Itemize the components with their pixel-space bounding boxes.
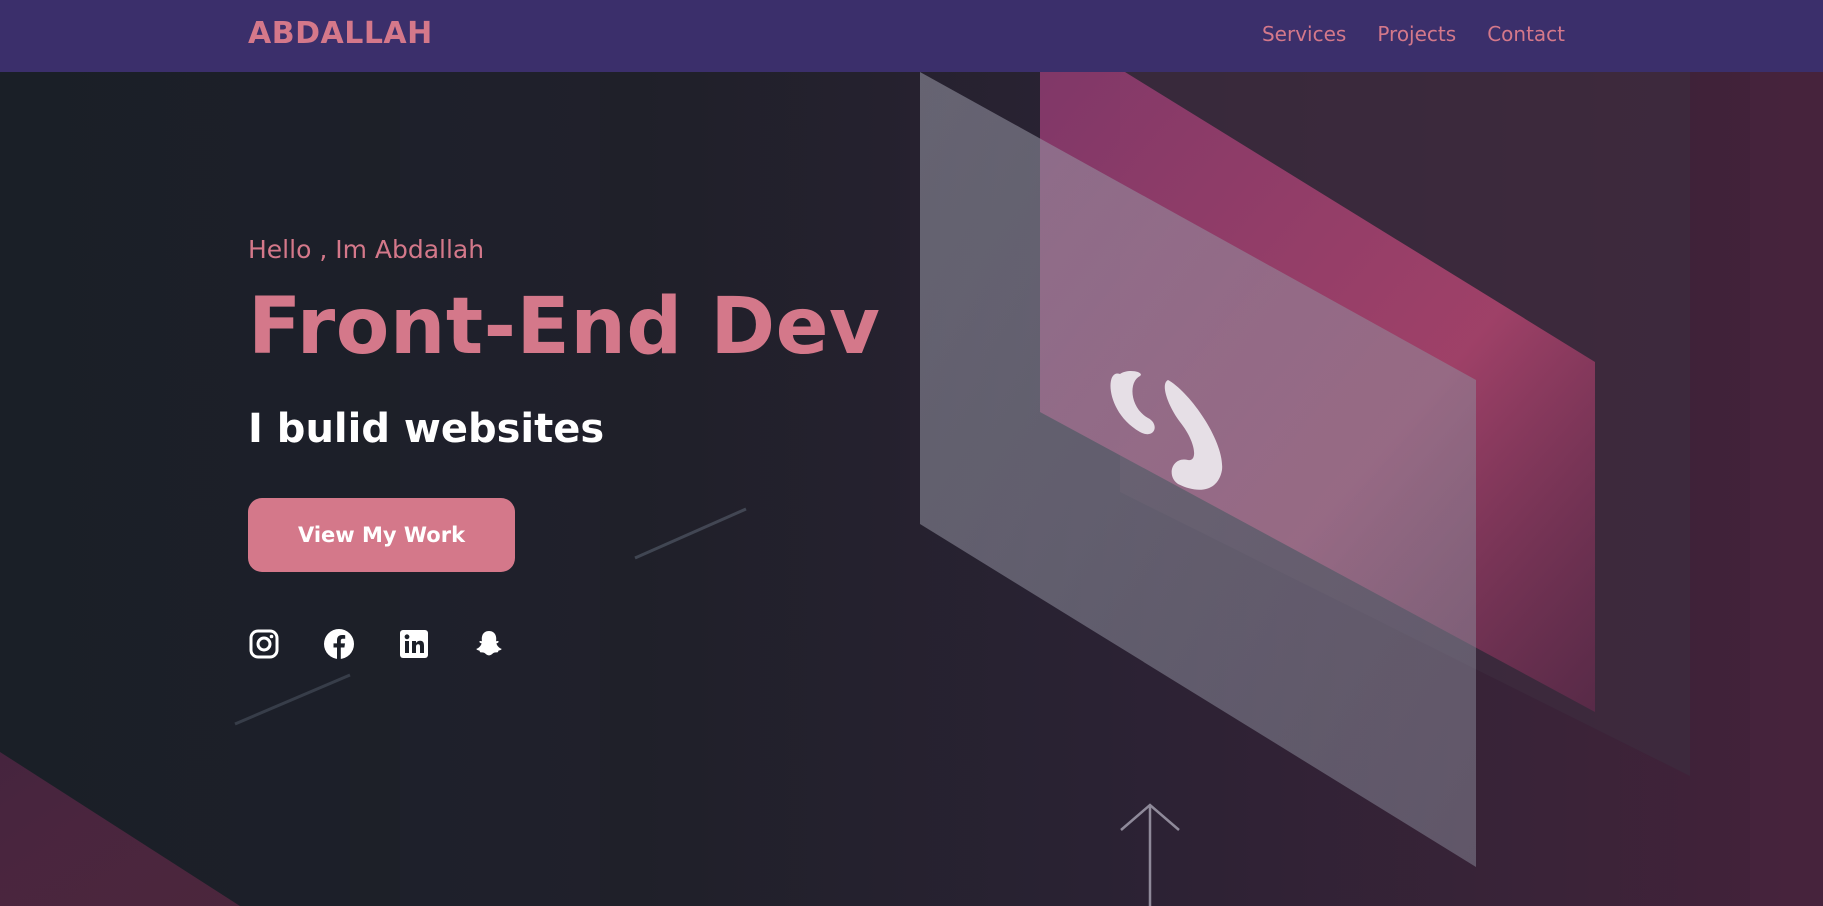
hero-title: Front-End Dev bbox=[248, 282, 881, 372]
instagram-icon[interactable] bbox=[248, 628, 280, 660]
hero-subtitle: I bulid websites bbox=[248, 406, 605, 452]
facebook-icon[interactable] bbox=[323, 628, 355, 660]
nav-link-services[interactable]: Services bbox=[1262, 22, 1346, 46]
navbar: ABDALLAH Services Projects Contact bbox=[0, 0, 1823, 72]
hero-section: Hello , Im Abdallah Front-End Dev I buli… bbox=[0, 72, 1823, 906]
view-my-work-button[interactable]: View My Work bbox=[248, 498, 515, 572]
snapchat-icon[interactable] bbox=[473, 628, 505, 660]
nav-links: Services Projects Contact bbox=[1262, 22, 1565, 46]
hero-content: Hello , Im Abdallah Front-End Dev I buli… bbox=[248, 72, 948, 906]
brand-logo[interactable]: ABDALLAH bbox=[248, 16, 433, 51]
hero-greeting: Hello , Im Abdallah bbox=[248, 235, 485, 264]
nav-link-projects[interactable]: Projects bbox=[1377, 22, 1456, 46]
social-links bbox=[248, 628, 505, 660]
nav-link-contact[interactable]: Contact bbox=[1487, 22, 1565, 46]
scroll-up-arrow-icon[interactable] bbox=[1118, 802, 1182, 906]
linkedin-icon[interactable] bbox=[398, 628, 430, 660]
